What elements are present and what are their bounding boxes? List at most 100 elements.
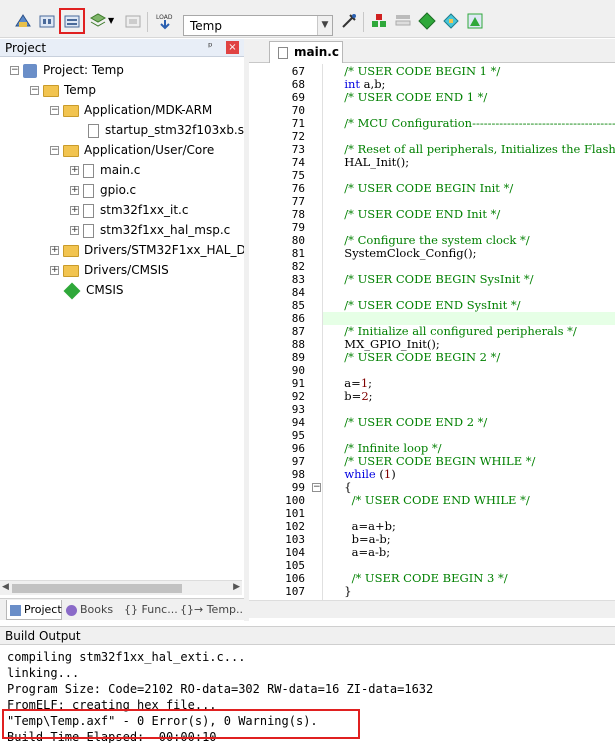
folder-icon bbox=[63, 104, 79, 117]
scroll-left-icon[interactable]: ◀ bbox=[2, 582, 9, 592]
tree-file[interactable]: + gpio.c bbox=[70, 180, 136, 200]
editor-tab-label: main.c bbox=[294, 45, 339, 59]
line-number: 96 bbox=[291, 442, 305, 455]
build-output-header: Build Output bbox=[0, 626, 615, 645]
tree-target[interactable]: − Temp bbox=[30, 80, 96, 100]
tree-horizontal-scrollbar[interactable]: ◀ ▶ bbox=[0, 580, 242, 595]
batch-build-icon[interactable] bbox=[89, 12, 107, 30]
line-number: 104 bbox=[285, 546, 305, 559]
tab-books-label: Books bbox=[80, 603, 114, 616]
fold-toggle-icon[interactable]: − bbox=[312, 483, 321, 492]
tree-component[interactable]: CMSIS bbox=[63, 280, 124, 300]
rebuild-icon[interactable] bbox=[59, 8, 85, 34]
pack-installer-icon[interactable] bbox=[394, 12, 412, 30]
line-number: 94 bbox=[291, 416, 305, 429]
collapse-icon[interactable]: − bbox=[30, 86, 39, 95]
manage-components-icon[interactable] bbox=[370, 12, 388, 30]
tree-file[interactable]: + stm32f1xx_it.c bbox=[70, 200, 188, 220]
code-line: /* USER CODE BEGIN 3 */ bbox=[337, 571, 508, 585]
editor-tab-main-c[interactable]: main.c bbox=[269, 41, 343, 63]
line-number: 85 bbox=[291, 299, 305, 312]
code-line: b=2; bbox=[337, 389, 373, 403]
scroll-right-icon[interactable]: ▶ bbox=[233, 582, 240, 592]
line-number: 99 bbox=[291, 481, 305, 494]
expand-icon[interactable]: + bbox=[70, 206, 79, 215]
file-icon bbox=[83, 203, 94, 218]
configure-icon[interactable] bbox=[466, 12, 484, 30]
line-number: 107 bbox=[285, 585, 305, 598]
expand-icon[interactable]: + bbox=[50, 266, 59, 275]
code-line: /* USER CODE BEGIN SysInit */ bbox=[337, 272, 534, 286]
toolbar-separator bbox=[147, 12, 148, 32]
tab-project[interactable]: Project bbox=[6, 600, 62, 620]
pin-icon[interactable]: ᵖ bbox=[208, 40, 213, 53]
chevron-down-icon[interactable]: ▼ bbox=[317, 16, 332, 35]
line-number: 73 bbox=[291, 143, 305, 156]
folder-icon bbox=[63, 244, 79, 257]
tree-file[interactable]: + stm32f1xx_hal_msp.c bbox=[70, 220, 230, 240]
tab-project-label: Project bbox=[24, 603, 62, 616]
code-line: /* USER CODE END 2 */ bbox=[337, 415, 488, 429]
editor-tab-bar: main.c bbox=[249, 39, 615, 63]
tab-books[interactable]: Books bbox=[66, 600, 118, 620]
tree-file-label: stm32f1xx_hal_msp.c bbox=[100, 223, 231, 237]
line-number: 91 bbox=[291, 377, 305, 390]
editor-horizontal-scrollbar[interactable] bbox=[249, 600, 615, 618]
expand-icon[interactable]: + bbox=[70, 166, 79, 175]
line-number: 95 bbox=[291, 429, 305, 442]
expand-icon[interactable]: + bbox=[70, 186, 79, 195]
file-icon bbox=[83, 163, 94, 178]
expand-icon[interactable]: + bbox=[50, 246, 59, 255]
line-number: 88 bbox=[291, 338, 305, 351]
code-editor[interactable]: 67 68 69 70 71 72 73 74 75 76 77 78 79 80 81 82 83 84 85 86… bbox=[249, 64, 615, 600]
code-line: /* USER CODE BEGIN 2 */ bbox=[337, 350, 501, 364]
code-line: /* USER CODE END 1 */ bbox=[337, 90, 488, 104]
select-packs-icon[interactable] bbox=[418, 12, 436, 30]
tree-group[interactable]: − Application/MDK-ARM bbox=[50, 100, 212, 120]
line-number: 83 bbox=[291, 273, 305, 286]
project-tab-icon bbox=[10, 604, 21, 616]
line-number: 98 bbox=[291, 468, 305, 481]
collapse-icon[interactable]: − bbox=[50, 106, 59, 115]
line-number: 105 bbox=[285, 559, 305, 572]
collapse-icon[interactable]: − bbox=[10, 66, 19, 75]
tab-templates[interactable]: {}→ Temp... bbox=[180, 600, 247, 620]
tree-file[interactable]: startup_stm32f103xb.s bbox=[88, 120, 244, 140]
scrollbar-thumb[interactable] bbox=[12, 584, 182, 593]
tree-group[interactable]: − Application/User/Core bbox=[50, 140, 214, 160]
output-line: compiling stm32f1xx_hal_exti.c... bbox=[7, 650, 246, 664]
project-panel-tabs: Project Books {} Func... {}→ Temp... bbox=[0, 598, 247, 620]
chevron-down-icon[interactable]: ▼ bbox=[108, 12, 117, 30]
line-number-gutter: 67 68 69 70 71 72 73 74 75 76 77 78 79 80 81 82 83 84 85 86… bbox=[249, 64, 314, 600]
toolbar: ▼ LOAD Temp ▼ bbox=[0, 0, 615, 38]
toolbar-separator bbox=[363, 12, 364, 32]
code-line: /* USER CODE END WHILE */ bbox=[337, 493, 530, 507]
expand-icon[interactable]: + bbox=[70, 226, 79, 235]
tree-file[interactable]: + main.c bbox=[70, 160, 140, 180]
tree-component-label: CMSIS bbox=[86, 283, 124, 297]
tab-functions[interactable]: {} Func... bbox=[124, 600, 178, 620]
code-line: SystemClock_Config(); bbox=[337, 246, 477, 260]
collapse-icon[interactable]: − bbox=[50, 146, 59, 155]
build-icon[interactable] bbox=[38, 12, 56, 30]
code-line: /* USER CODE BEGIN Init */ bbox=[337, 181, 514, 195]
target-options-icon[interactable] bbox=[340, 12, 358, 30]
download-icon[interactable]: LOAD bbox=[155, 12, 175, 30]
line-number: 78 bbox=[291, 208, 305, 221]
close-icon[interactable]: × bbox=[226, 41, 239, 54]
svg-text:LOAD: LOAD bbox=[156, 14, 173, 21]
translate-icon[interactable] bbox=[14, 12, 32, 30]
folder-icon bbox=[63, 264, 79, 277]
file-icon bbox=[83, 183, 94, 198]
code-line: HAL_Init(); bbox=[337, 155, 410, 169]
books-icon bbox=[66, 604, 77, 616]
stop-build-icon[interactable] bbox=[124, 12, 142, 30]
tree-file-label: stm32f1xx_it.c bbox=[100, 203, 189, 217]
target-select[interactable]: Temp ▼ bbox=[183, 15, 333, 36]
event-recorder-icon[interactable] bbox=[442, 12, 460, 30]
file-icon bbox=[88, 123, 99, 138]
fold-margin bbox=[314, 64, 323, 600]
tree-root[interactable]: − Project: Temp bbox=[10, 60, 124, 80]
tree-group[interactable]: + Drivers/STM32F1xx_HAL_Driv bbox=[50, 240, 261, 260]
tree-group[interactable]: + Drivers/CMSIS bbox=[50, 260, 169, 280]
